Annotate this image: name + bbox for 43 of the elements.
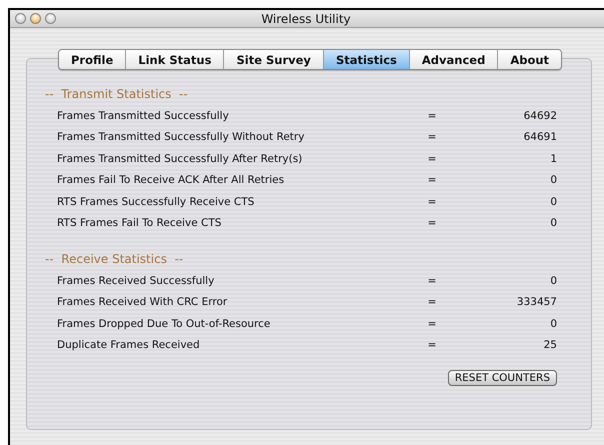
section-heading: -- Transmit Statistics --	[45, 87, 188, 101]
stat-value: 1	[550, 152, 557, 165]
tab[interactable]: About	[498, 50, 562, 69]
equals-sign: =	[428, 274, 436, 287]
equals-sign: =	[428, 217, 436, 230]
stat-label: Frames Fail To Receive ACK After All Retries	[57, 174, 284, 186]
zoom-button[interactable]	[45, 13, 56, 24]
equals-sign: =	[428, 174, 436, 186]
section-heading: -- Receive Statistics --	[45, 252, 184, 266]
stat-label: Frames Received With CRC Error	[57, 296, 228, 308]
stat-value: 0	[550, 318, 557, 330]
stat-value: 64692	[524, 110, 557, 122]
tab[interactable]: Statistics	[324, 50, 410, 69]
minimize-button[interactable]	[30, 13, 41, 24]
stat-label: Frames Received Successfully	[57, 274, 214, 287]
close-button[interactable]	[15, 13, 26, 24]
stat-label: Frames Transmitted Successfully	[57, 110, 229, 122]
stat-label: Frames Transmitted Successfully Without Retry	[57, 131, 304, 144]
tab[interactable]: Link Status	[126, 50, 224, 69]
stat-value: 0	[550, 196, 557, 208]
stat-label: Frames Dropped Due To Out-of-Resource	[57, 318, 270, 330]
equals-sign: =	[428, 196, 436, 208]
window-title: Wireless Utility	[261, 12, 351, 26]
stat-value: 0	[550, 174, 557, 186]
stat-value: 0	[550, 217, 557, 230]
stat-label: Duplicate Frames Received	[57, 339, 200, 352]
stat-label: RTS Frames Fail To Receive CTS	[57, 217, 222, 230]
tab[interactable]: Site Survey	[224, 50, 324, 69]
equals-sign: =	[428, 152, 436, 165]
tab[interactable]: Profile	[59, 50, 126, 69]
stat-label: Frames Transmitted Successfully After Retry(s)	[57, 152, 302, 165]
stat-value: 64691	[524, 131, 557, 144]
stat-value: 0	[550, 274, 557, 287]
stat-label: RTS Frames Successfully Receive CTS	[57, 196, 254, 208]
stat-value: 25	[544, 339, 557, 352]
stat-value: 333457	[516, 296, 557, 308]
equals-sign: =	[428, 296, 436, 308]
reset-counters-button[interactable]: RESET COUNTERS	[448, 370, 557, 386]
equals-sign: =	[428, 131, 436, 144]
tab[interactable]: Advanced	[410, 50, 498, 69]
equals-sign: =	[428, 318, 436, 330]
equals-sign: =	[428, 110, 436, 122]
equals-sign: =	[428, 339, 436, 352]
